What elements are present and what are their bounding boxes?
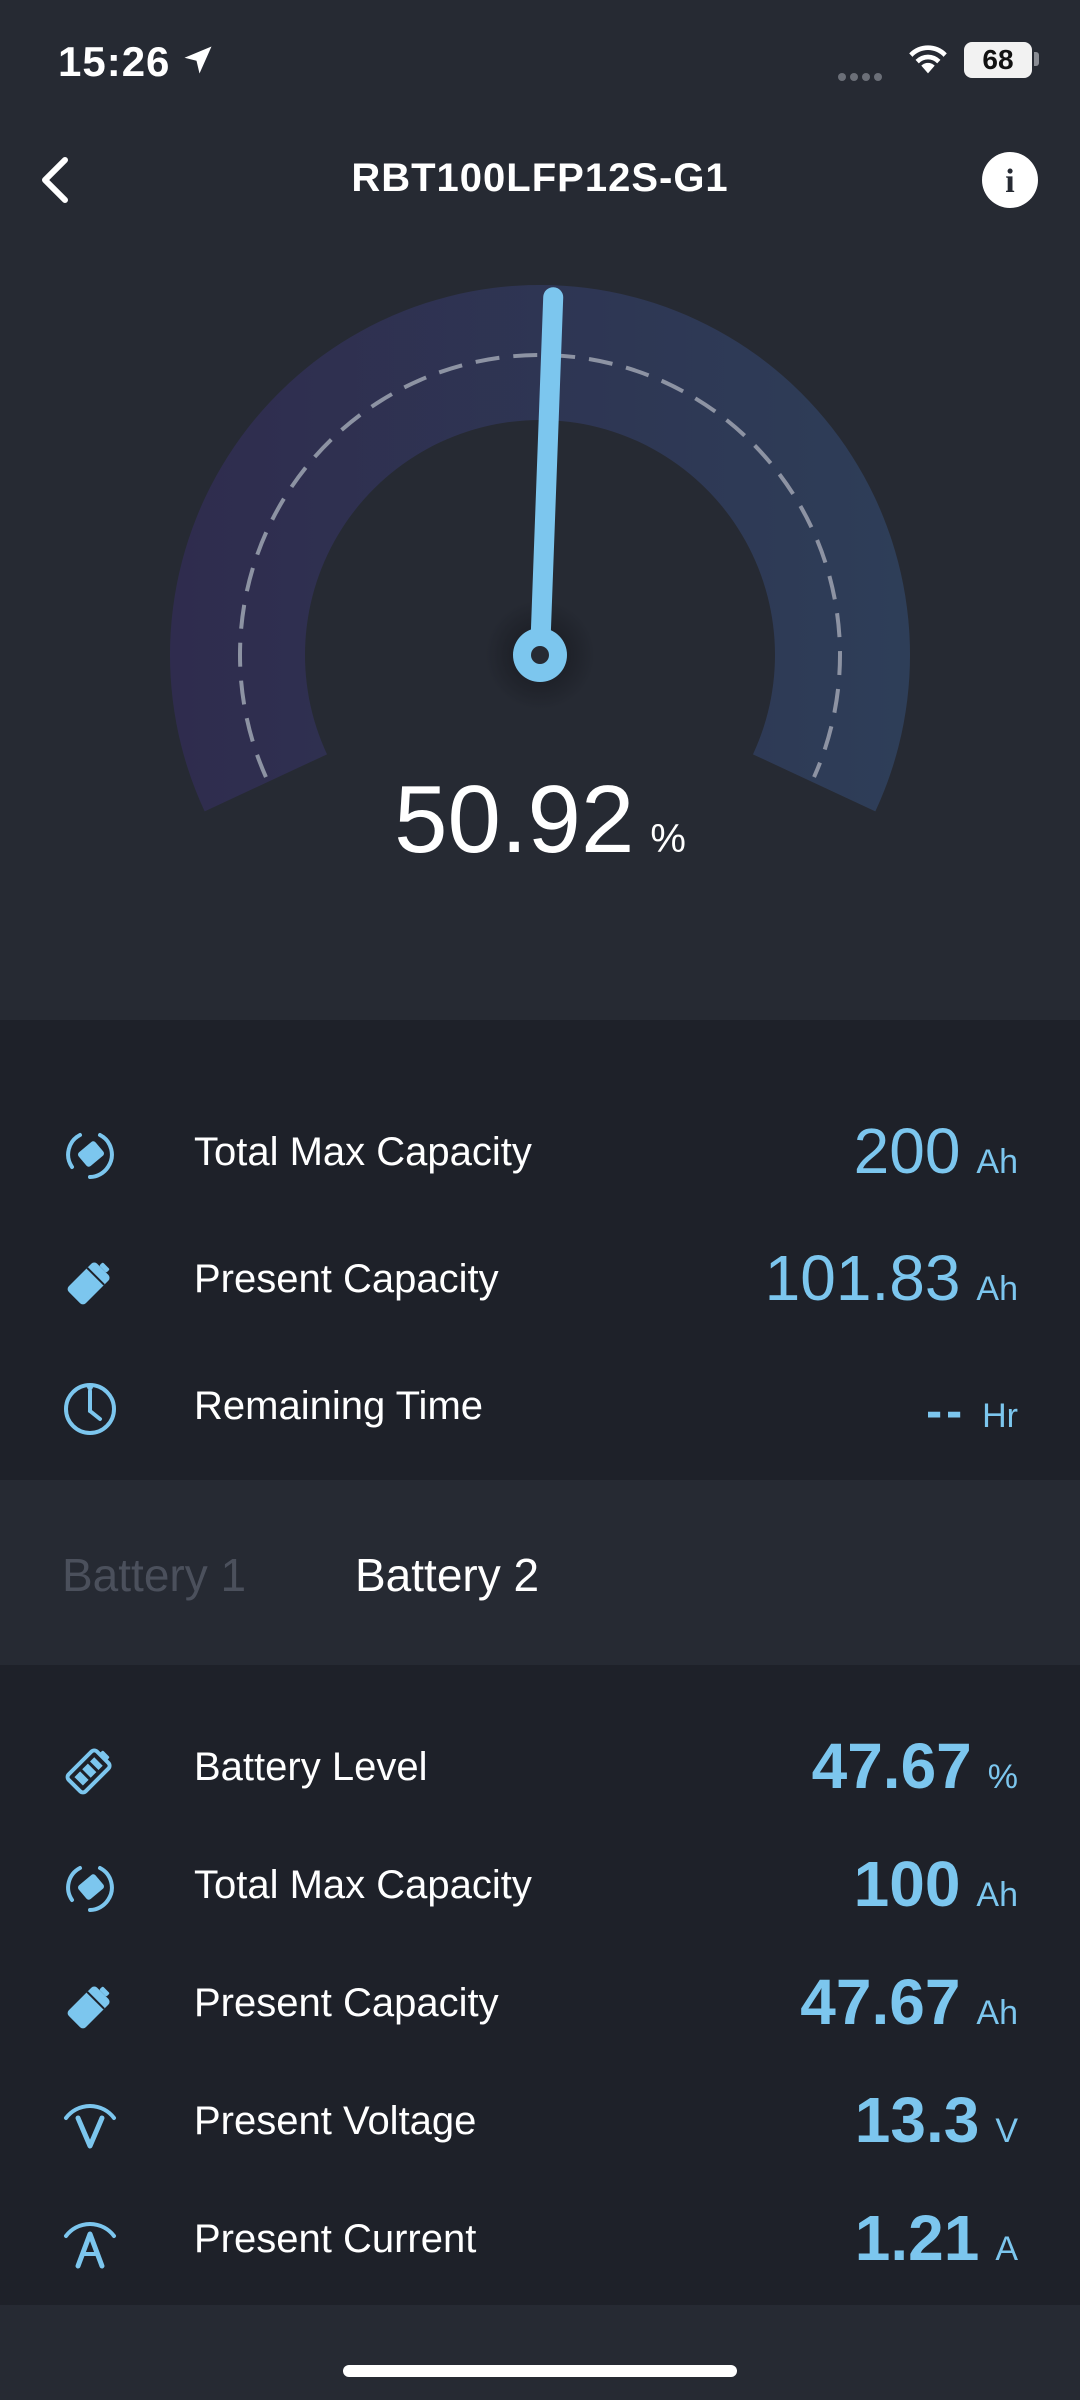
detail-row-present-current: Present Current 1.21 A [0,2187,1080,2297]
battery-level-icon [65,1748,112,1795]
row-value: -- [926,1385,967,1438]
battery-percent: 68 [982,44,1014,75]
row-label: Total Max Capacity [194,1863,532,1907]
detail-row-battery-level: Battery Level 47.67 % [0,1715,1080,1825]
summary-row-present-capacity: Present Capacity 101.83 Ah [0,1227,1080,1337]
info-glyph: i [1005,163,1014,200]
row-value: 47.67 [800,1966,961,2038]
tab-battery-1[interactable]: Battery 1 [62,1548,246,1602]
cell-signal-icon [838,68,886,86]
row-value-group: 1.21 A [855,2201,1018,2275]
row-label: Present Capacity [194,1257,499,1301]
row-value-group: -- Hr [926,1384,1018,1439]
row-unit: Ah [976,1143,1018,1181]
status-time: 15:26 [58,38,171,85]
row-value-group: 13.3 V [855,2083,1018,2157]
row-unit: Ah [976,1994,1018,2032]
battery-detail-panel: Battery Level 47.67 % Total Max Capacity… [0,1665,1080,2305]
row-unit: V [995,2112,1018,2150]
row-value-group: 200 Ah [854,1114,1018,1188]
current-icon [64,2222,116,2269]
tab-battery-2[interactable]: Battery 2 [355,1548,539,1602]
gauge-hub-center [531,646,549,664]
status-bar: 15:26 68 [0,0,1080,120]
row-value-group: 47.67 % [812,1729,1018,1803]
gauge-readout: 50.92% [0,765,1080,875]
summary-row-total-max-capacity: Total Max Capacity 200 Ah [0,1100,1080,1210]
row-label: Present Voltage [194,2099,477,2143]
row-unit: % [987,1758,1018,1796]
location-arrow-icon [184,46,212,74]
detail-row-present-voltage: Present Voltage 13.3 V [0,2069,1080,2179]
summary-row-remaining-time: Remaining Time -- Hr [0,1354,1080,1464]
info-icon: i [1005,163,1014,200]
clock-icon [64,1383,116,1435]
battery-tabs: Battery 1 Battery 2 [0,1480,1080,1665]
row-unit: Ah [976,1270,1018,1308]
page-title: RBT100LFP12S-G1 [351,156,729,200]
battery-tilted-icon [67,1986,110,2029]
row-value-group: 47.67 Ah [800,1965,1018,2039]
row-value: 1.21 [854,2202,980,2274]
capacity-cycle-icon [66,1866,114,1912]
detail-row-present-capacity: Present Capacity 47.67 Ah [0,1951,1080,2061]
row-unit: Hr [982,1397,1018,1435]
row-label: Present Current [194,2217,477,2261]
voltage-icon [64,2104,116,2149]
row-label: Total Max Capacity [194,1130,532,1174]
gauge-needle [530,287,564,665]
row-unit: Ah [976,1876,1018,1914]
row-label: Remaining Time [194,1384,484,1428]
gauge-graphic [170,285,910,812]
row-value: 200 [853,1115,961,1187]
row-label: Present Capacity [194,1981,499,2025]
row-value: 13.3 [854,2084,980,2156]
battery-icon: 68 [964,42,1032,78]
row-unit: A [995,2230,1018,2268]
battery-tilted-icon [67,1262,110,1305]
row-value-group: 101.83 Ah [765,1241,1018,1315]
detail-row-total-max-capacity: Total Max Capacity 100 Ah [0,1833,1080,1943]
home-indicator[interactable] [343,2365,737,2377]
summary-panel: Total Max Capacity 200 Ah Present Capaci… [0,1020,1080,1480]
battery-nub [1034,52,1039,66]
gauge-value: 50.92 [394,766,635,873]
row-value: 101.83 [764,1242,961,1314]
gauge-unit: % [650,817,686,861]
nav-bar: RBT100LFP12S-G1 i [0,120,1080,240]
row-value: 47.67 [811,1730,972,1802]
row-value-group: 100 Ah [854,1847,1018,1921]
info-button[interactable]: i [982,152,1038,208]
soc-gauge: 50.92% [0,240,1080,1020]
wifi-icon [909,45,947,74]
capacity-cycle-icon [66,1133,114,1179]
row-value: 100 [853,1848,961,1920]
row-label: Battery Level [194,1745,428,1789]
